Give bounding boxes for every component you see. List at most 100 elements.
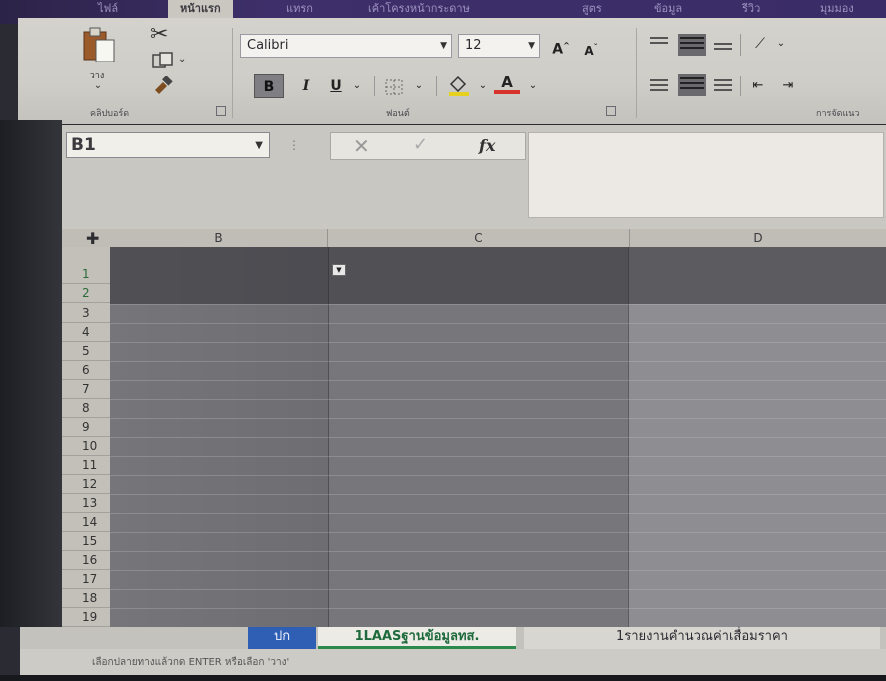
insert-function-icon[interactable]: fx <box>479 136 495 155</box>
clipboard-group-label: คลิปบอร์ด <box>90 109 130 119</box>
align-center-icon[interactable] <box>678 74 706 96</box>
font-name-select[interactable]: Calibri ▼ <box>240 34 452 58</box>
row-header[interactable]: 10 <box>62 437 110 456</box>
ribbon-separator <box>436 76 437 96</box>
orientation-icon[interactable]: ⟋ <box>746 32 774 56</box>
sheet-tab-depreciation[interactable]: 1รายงานคำนวณค่าเสื่อมราคา <box>524 627 880 649</box>
formula-input[interactable] <box>528 132 884 218</box>
font-color-dropdown-icon[interactable]: ⌄ <box>524 74 542 98</box>
font-name-value: Calibri <box>247 38 289 53</box>
align-left-icon[interactable] <box>648 76 670 94</box>
row-header[interactable]: 9 <box>62 418 110 437</box>
row-header[interactable]: 15 <box>62 532 110 551</box>
chevron-down-icon: ▼ <box>255 140 263 151</box>
tab-formulas[interactable]: สูตร <box>582 0 602 20</box>
fill-color-dropdown-icon[interactable]: ⌄ <box>474 74 492 98</box>
paste-icon[interactable] <box>82 26 116 62</box>
increase-indent-icon[interactable]: ⇥ <box>776 74 800 98</box>
row-header[interactable]: 8 <box>62 399 110 418</box>
gridline <box>110 399 886 400</box>
bold-button[interactable]: B <box>254 74 284 98</box>
row-header[interactable]: 6 <box>62 361 110 380</box>
formula-buttons: ✕ ✓ fx <box>330 132 526 160</box>
column-header-d[interactable]: D <box>630 229 886 247</box>
row-header[interactable]: 14 <box>62 513 110 532</box>
column-header-c[interactable]: C <box>328 229 630 247</box>
gridline <box>110 418 886 419</box>
cancel-icon[interactable]: ✕ <box>353 134 370 158</box>
copy-dropdown-icon[interactable]: ⌄ <box>178 54 186 65</box>
more-options-icon[interactable]: ⋮ <box>288 138 300 152</box>
underline-button[interactable]: U <box>324 74 348 98</box>
row-header[interactable]: 1 <box>62 265 110 284</box>
name-box[interactable]: B1 ▼ <box>66 132 270 158</box>
cut-icon[interactable]: ✂ <box>150 22 168 47</box>
column-header-b[interactable]: B <box>110 229 328 247</box>
row-header[interactable]: 19 <box>62 608 110 627</box>
chevron-down-icon: ▼ <box>528 41 535 51</box>
tab-file[interactable]: ไฟล์ <box>98 0 118 20</box>
row-header[interactable]: 16 <box>62 551 110 570</box>
row-header[interactable]: 13 <box>62 494 110 513</box>
filter-dropdown-icon[interactable]: ▼ <box>332 264 346 276</box>
increase-font-size-icon[interactable]: A^ <box>548 34 574 58</box>
align-bottom-icon[interactable] <box>712 40 734 58</box>
ribbon-separator <box>374 76 375 96</box>
font-size-value: 12 <box>465 38 482 53</box>
row-header[interactable]: 11 <box>62 456 110 475</box>
gridline <box>110 570 886 571</box>
tab-view[interactable]: มุมมอง <box>820 0 854 20</box>
ribbon-separator <box>636 28 637 118</box>
borders-dropdown-icon[interactable]: ⌄ <box>410 74 428 98</box>
tab-insert[interactable]: แทรก <box>286 0 313 20</box>
tab-home[interactable]: หน้าแรก <box>168 0 233 20</box>
underline-dropdown-icon[interactable]: ⌄ <box>348 74 366 98</box>
paste-dropdown-icon[interactable]: ⌄ <box>88 80 108 91</box>
select-cursor-icon: ✚ <box>86 229 100 248</box>
decrease-indent-icon[interactable]: ⇤ <box>746 74 770 98</box>
gridline <box>110 380 886 381</box>
fill-color-icon[interactable] <box>446 74 472 96</box>
orientation-dropdown-icon[interactable]: ⌄ <box>774 32 788 56</box>
gridline <box>110 456 886 457</box>
row-header[interactable]: 12 <box>62 475 110 494</box>
decrease-font-size-icon[interactable]: Aˇ <box>578 36 604 60</box>
italic-button[interactable]: I <box>294 74 318 98</box>
row-header[interactable]: 2 <box>62 284 110 303</box>
monitor-bezel <box>0 675 886 681</box>
clipboard-launcher-icon[interactable] <box>216 106 226 116</box>
excel-window: ไฟล์ หน้าแรก แทรก เค้าโครงหน้ากระดาษ สูต… <box>0 0 886 681</box>
tab-review[interactable]: รีวิว <box>742 0 760 20</box>
copy-icon[interactable] <box>152 52 176 70</box>
row-header[interactable]: 17 <box>62 570 110 589</box>
status-bar: เลือกปลายทางแล้วกด ENTER หรือเลือก 'วาง' <box>20 649 886 675</box>
font-group-label: ฟอนต์ <box>386 109 410 119</box>
sheet-tab-active[interactable]: 1LAASฐานข้อมูลทส. <box>318 627 516 649</box>
font-launcher-icon[interactable] <box>606 106 616 116</box>
row-header[interactable]: 18 <box>62 589 110 608</box>
tab-page-layout[interactable]: เค้าโครงหน้ากระดาษ <box>368 0 470 20</box>
monitor-bezel <box>0 120 62 627</box>
status-text: เลือกปลายทางแล้วกด ENTER หรือเลือก 'วาง' <box>92 657 290 668</box>
ribbon: วาง ⌄ ✂ ⌄ คลิปบอร์ด Calibri ▼ 12 ▼ A^ Aˇ… <box>18 18 886 124</box>
borders-icon[interactable] <box>384 78 406 96</box>
cell-grid[interactable]: ▼ <box>110 247 886 627</box>
font-size-select[interactable]: 12 ▼ <box>458 34 540 58</box>
row-header[interactable]: 3 <box>62 304 110 323</box>
font-color-icon[interactable]: A <box>494 70 520 94</box>
align-right-icon[interactable] <box>712 76 734 94</box>
tab-data[interactable]: ข้อมูล <box>654 0 682 20</box>
row-header[interactable]: 4 <box>62 323 110 342</box>
sheet-tab-cover[interactable]: ปก <box>248 627 316 649</box>
ribbon-separator <box>232 28 233 118</box>
chevron-down-icon: ▼ <box>440 41 447 51</box>
selected-header-rows <box>110 247 886 304</box>
gridline <box>110 342 886 343</box>
align-top-icon[interactable] <box>648 34 670 52</box>
row-header[interactable]: 5 <box>62 342 110 361</box>
gridline <box>110 323 886 324</box>
format-painter-icon[interactable] <box>152 76 174 94</box>
align-middle-icon[interactable] <box>678 34 706 56</box>
enter-check-icon[interactable]: ✓ <box>413 134 428 155</box>
row-header[interactable]: 7 <box>62 380 110 399</box>
